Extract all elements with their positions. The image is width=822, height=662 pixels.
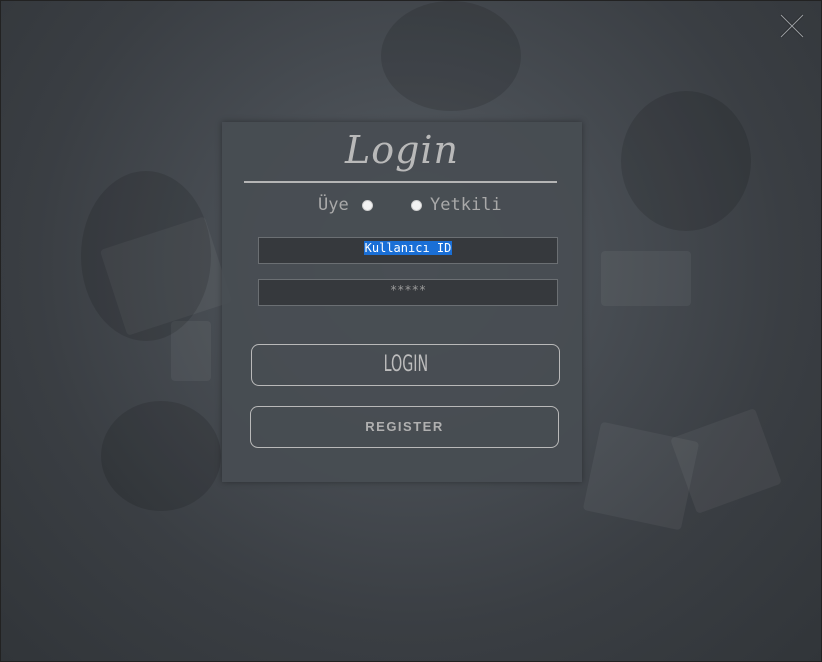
username-input-value: Kullanıcı ID xyxy=(363,241,453,255)
role-option-yetkili-radio[interactable] xyxy=(411,200,422,211)
role-option-yetkili-label: Yetkili xyxy=(430,195,502,215)
register-button[interactable]: REGISTER xyxy=(250,406,559,448)
role-selector: Üye Yetkili xyxy=(222,194,582,218)
password-input[interactable]: ***** xyxy=(258,279,558,306)
background-photo-item xyxy=(601,251,691,306)
login-button[interactable]: LOGIN xyxy=(251,344,560,386)
dialog-title: Login xyxy=(344,128,460,172)
background-person-shape xyxy=(81,171,211,341)
username-input[interactable]: Kullanıcı ID xyxy=(258,237,558,264)
login-panel: Login Üye Yetkili Kullanıcı ID ***** LOG… xyxy=(222,122,582,482)
password-input-value: ***** xyxy=(389,283,427,297)
close-button[interactable] xyxy=(777,11,807,41)
login-window: Login Üye Yetkili Kullanıcı ID ***** LOG… xyxy=(0,0,822,662)
title-divider xyxy=(244,181,557,183)
login-button-label: LOGIN xyxy=(383,352,428,377)
role-option-uye-radio[interactable] xyxy=(362,200,373,211)
background-person-shape xyxy=(381,1,521,111)
background-person-shape xyxy=(101,401,221,511)
background-person-shape xyxy=(621,91,751,231)
role-option-uye-label: Üye xyxy=(318,195,349,215)
close-x-icon xyxy=(779,13,805,39)
register-button-label: REGISTER xyxy=(365,419,444,434)
